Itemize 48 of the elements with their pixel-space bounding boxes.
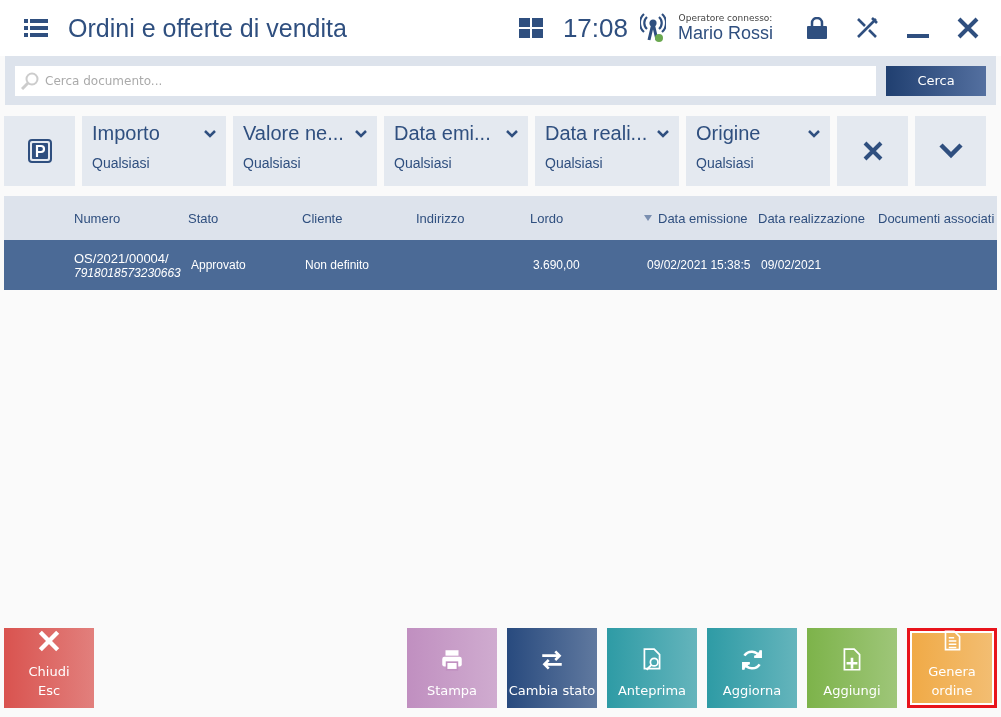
search-field[interactable]: Cerca documento... [15, 65, 876, 96]
parking-icon [27, 139, 52, 163]
table-cell-text: Non definito [304, 258, 371, 272]
filter-dropdown[interactable]: Importo Qualsiasi [82, 116, 226, 186]
filter-dropdown[interactable]: Data reali... Qualsiasi [535, 116, 679, 186]
window-title: Ordini e offerte di vendita [68, 13, 348, 43]
parking-button[interactable] [4, 116, 75, 186]
filter-dropdown[interactable]: Valore ne... Qualsiasi [233, 116, 377, 186]
column-header[interactable]: Indirizzo [416, 210, 465, 226]
refresh-icon [739, 647, 765, 673]
chevron-down-icon [938, 143, 963, 159]
search-button[interactable]: Cerca [886, 65, 986, 96]
column-header[interactable]: Numero [74, 210, 121, 226]
operator-label: Operatore connesso: [678, 12, 773, 23]
menu-icon[interactable] [24, 19, 48, 37]
filter-dropdown[interactable]: Origine Qualsiasi [686, 116, 830, 186]
close-icon[interactable] [957, 17, 979, 39]
chevron-icon [204, 129, 216, 138]
column-header[interactable]: Data emissione [658, 210, 748, 226]
close-icon [36, 628, 62, 654]
column-header[interactable]: Data realizzazione [758, 210, 865, 226]
column-header[interactable]: Stato [188, 210, 219, 226]
swap-button[interactable]: Cambia stato [507, 628, 597, 708]
column-header[interactable]: Lordo [530, 210, 564, 226]
table-cell-text: 3.690,00 [532, 258, 581, 272]
operator-name: Mario Rossi [677, 22, 773, 44]
lock-icon[interactable] [807, 17, 827, 39]
search-icon [21, 71, 39, 90]
table-cell-text: OS/2021/00004/ [74, 250, 170, 266]
grid-icon[interactable] [518, 18, 543, 38]
column-header[interactable]: Documenti associati [878, 210, 995, 226]
antenna-icon [639, 13, 666, 43]
clear-filters-button[interactable] [837, 116, 908, 186]
tools-icon[interactable] [855, 16, 879, 40]
filter-dropdown[interactable]: Data emi... Qualsiasi [384, 116, 528, 186]
print-icon [439, 647, 465, 673]
table-cell-text: 7918018573230663 [74, 265, 182, 280]
expand-filters-button[interactable] [915, 116, 986, 186]
chevron-icon [808, 129, 820, 138]
chevron-icon [657, 129, 669, 138]
close-icon [862, 141, 883, 161]
table-cell-text: Approvato [190, 258, 247, 272]
column-header[interactable]: Cliente [302, 210, 343, 226]
table-cell-text: 09/02/2021 [760, 258, 823, 272]
chevron-icon [506, 129, 518, 138]
chevron-icon [355, 129, 367, 138]
clock-time: 17:08 [562, 12, 628, 44]
table-cell-text: 09/02/2021 15:38:5 [646, 258, 752, 272]
